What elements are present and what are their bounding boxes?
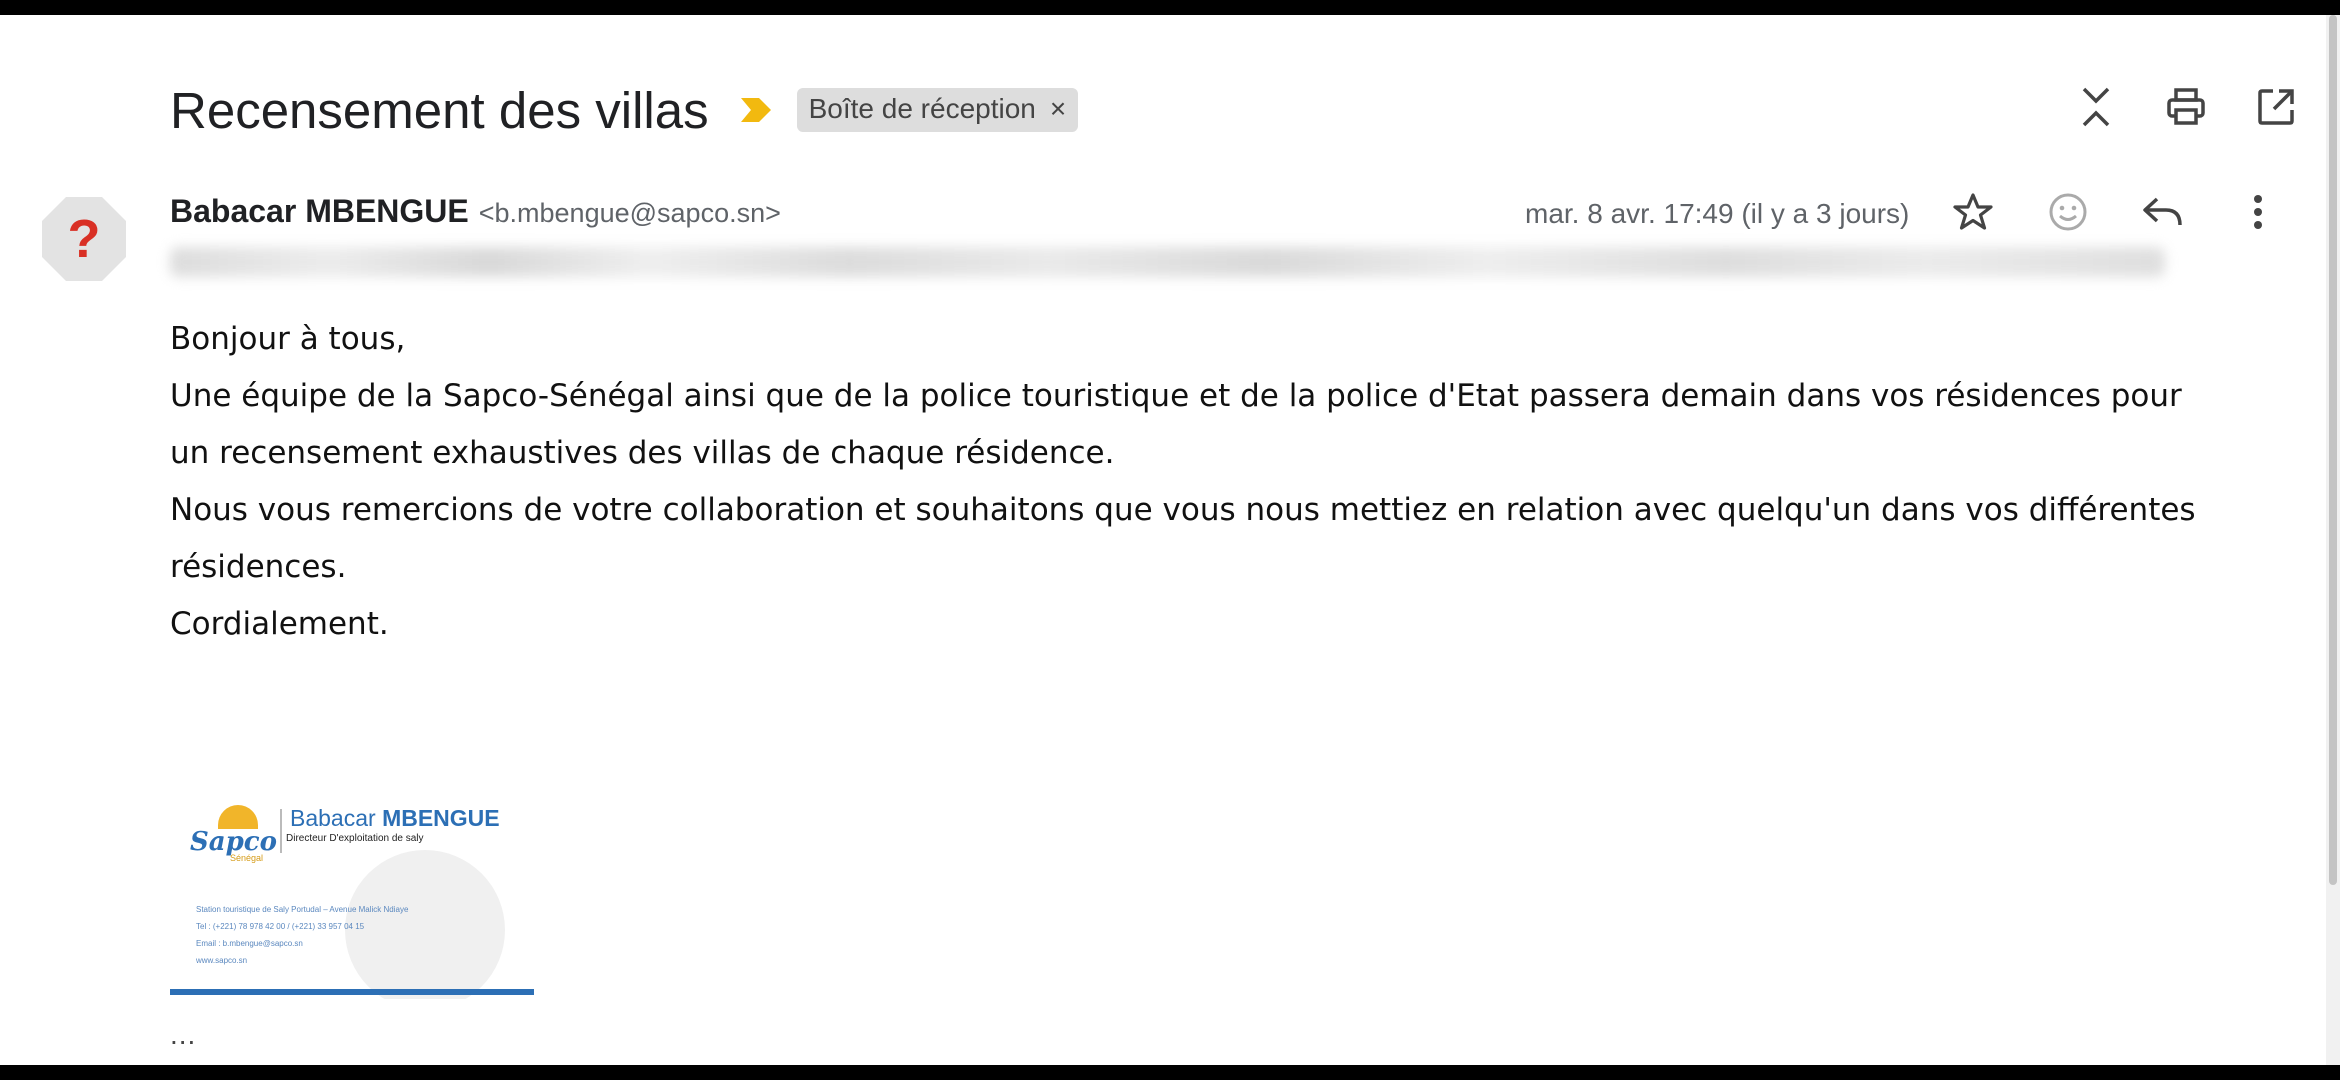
show-trimmed-content-button[interactable]: ... [170, 1019, 196, 1051]
email-date[interactable]: mar. 8 avr. 17:49 (il y a 3 jours) [1525, 198, 1909, 230]
signature-divider [280, 809, 282, 853]
importance-marker-icon[interactable] [739, 95, 773, 125]
signature-first-name: Babacar [290, 805, 376, 831]
subject-header: Recensement des villas Boîte de réceptio… [170, 67, 1079, 153]
sapco-logo-subtext: Sénégal [230, 853, 264, 863]
scrollbar[interactable] [2326, 15, 2340, 1065]
sender-name[interactable]: Babacar MBENGUE [170, 193, 469, 230]
email-subject: Recensement des villas [170, 81, 709, 139]
thread-actions [2074, 87, 2298, 131]
body-paragraph: Cordialement. [170, 606, 389, 642]
label-chip-text: Boîte de réception [808, 93, 1036, 124]
email-body: Bonjour à tous, Une équipe de la Sapco-S… [170, 311, 2210, 653]
signature-bar [170, 989, 534, 995]
reply-icon [2142, 195, 2184, 234]
signature-name: Babacar MBENGUE [290, 805, 500, 832]
message-actions [1950, 191, 2281, 237]
print-button[interactable] [2164, 87, 2208, 131]
sapco-logo-sun [218, 805, 258, 829]
signature-phone: Tel : (+221) 78 978 42 00 / (+221) 33 95… [196, 922, 365, 931]
signature-email: Email : b.mbengue@sapco.sn [196, 939, 303, 948]
star-button[interactable] [1950, 191, 1996, 237]
scrollbar-thumb[interactable] [2329, 15, 2337, 885]
svg-text:?: ? [68, 209, 101, 269]
open-in-new-window-button[interactable] [2254, 87, 2298, 131]
reply-button[interactable] [2140, 191, 2186, 237]
collapse-all-button[interactable] [2074, 87, 2118, 131]
print-icon [2166, 87, 2206, 131]
star-icon [1953, 192, 1993, 237]
open-in-new-window-icon [2257, 88, 2295, 131]
body-paragraph: Nous vous remercions de votre collaborat… [170, 492, 2196, 585]
signature-title: Directeur D'exploitation de saly [286, 833, 424, 844]
body-paragraph: Bonjour à tous, [170, 321, 406, 357]
sender-info: Babacar MBENGUE <b.mbengue@sapco.sn> [170, 193, 781, 230]
emoji-react-icon [2048, 192, 2088, 237]
more-options-button[interactable] [2235, 191, 2281, 237]
sender-email: <b.mbengue@sapco.sn> [478, 198, 781, 228]
remove-label-button[interactable]: × [1050, 93, 1066, 125]
add-reaction-button[interactable] [2045, 191, 2091, 237]
sender-avatar[interactable]: ? [40, 195, 128, 283]
body-paragraph: Une équipe de la Sapco-Sénégal ainsi que… [170, 378, 2182, 471]
email-view: Recensement des villas Boîte de réceptio… [0, 15, 2326, 1065]
signature-watermark [345, 850, 505, 999]
signature-address: Station touristique de Saly Portudal – A… [196, 905, 409, 914]
collapse-all-icon [2078, 85, 2114, 134]
inbox-label-chip[interactable]: Boîte de réception × [796, 88, 1079, 132]
signature-last-name: MBENGUE [382, 805, 500, 831]
recipients-line-redacted [170, 247, 2165, 277]
signature-image: Sapco Sénégal Babacar MBENGUE Directeur … [170, 795, 534, 999]
signature-website: www.sapco.sn [196, 956, 248, 965]
more-vert-icon [2252, 194, 2264, 235]
unknown-sender-icon: ? [40, 197, 128, 287]
